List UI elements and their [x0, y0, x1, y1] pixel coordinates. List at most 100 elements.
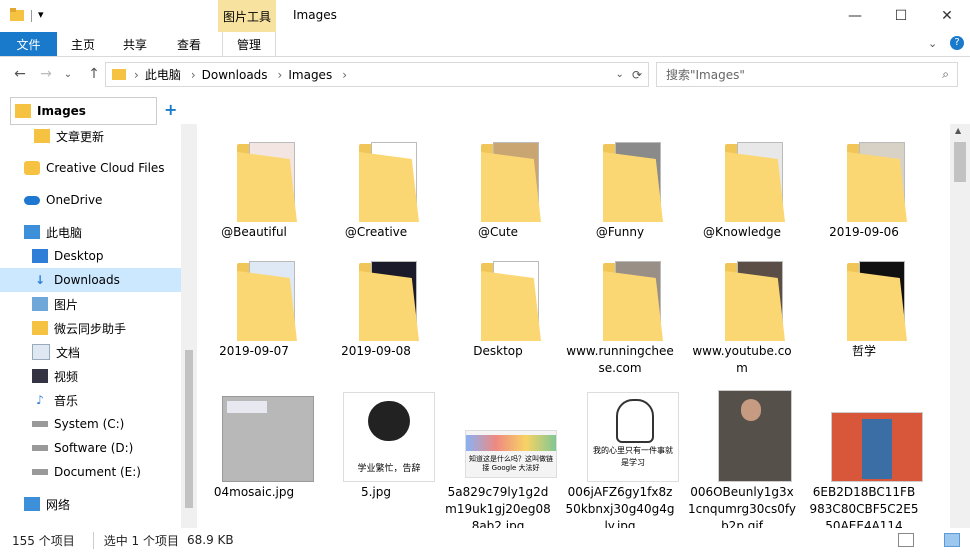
file-name: 6EB2D18BC11FB983C80CBF5C2E550AEE4A114	[809, 485, 919, 528]
folder-icon	[34, 129, 50, 143]
qat-dropdown-icon[interactable]: ▾	[38, 8, 52, 22]
file-name: www.youtube.com	[692, 344, 792, 375]
address-dropdown-icon[interactable]: ⌄	[616, 69, 624, 80]
file-item[interactable]: 04mosaic.jpg	[199, 390, 314, 528]
image-thumbnail	[222, 396, 314, 482]
file-item[interactable]: 学业繁忙，告辞 5.jpg	[321, 390, 435, 528]
image-thumbnail: 知道这是什么吗？这叫做链接 Google 大法好	[465, 430, 557, 478]
file-name: @Creative	[344, 225, 408, 239]
sidebar-item-pictures[interactable]: 图片	[0, 292, 181, 316]
breadcrumb-images[interactable]: Images	[288, 68, 332, 82]
music-icon: ♪	[36, 393, 44, 407]
file-name: @Knowledge	[703, 225, 781, 239]
search-box[interactable]: 搜索"Images" ⌕	[656, 62, 958, 87]
breadcrumb-sep: ›	[342, 67, 348, 82]
tab-share[interactable]: 共享	[112, 32, 158, 56]
breadcrumb-this-pc[interactable]: 此电脑	[145, 66, 181, 83]
file-name: 5a829c79ly1g2dm19uk1gj20eg088ab2.jpg	[445, 485, 551, 528]
sidebar-item-drive-d[interactable]: Software (D:)	[0, 436, 181, 460]
file-item[interactable]: @Cute	[443, 140, 553, 260]
context-tab-picture-tools[interactable]: 图片工具	[218, 0, 276, 32]
large-icons-view-icon[interactable]	[944, 533, 960, 547]
image-thumbnail	[718, 390, 792, 482]
minimize-button[interactable]: —	[832, 0, 878, 32]
add-icon[interactable]: +	[164, 100, 177, 119]
file-item[interactable]: Desktop	[443, 259, 553, 379]
file-item[interactable]: @Creative	[321, 140, 431, 260]
sidebar-item-music[interactable]: ♪ 音乐	[0, 388, 181, 412]
sidebar-item-weiyun[interactable]: 微云同步助手	[0, 316, 181, 340]
maximize-button[interactable]: ☐	[878, 0, 924, 32]
computer-icon	[24, 225, 40, 239]
ribbon-expand-icon[interactable]: ⌄	[928, 37, 937, 50]
tab-manage[interactable]: 管理	[222, 32, 276, 56]
folder-icon	[359, 140, 423, 222]
sidebar-item-drive-c[interactable]: System (C:)	[0, 412, 181, 436]
folder-icon	[237, 259, 301, 341]
sidebar-scroll-thumb[interactable]	[185, 350, 193, 508]
sidebar-item-documents[interactable]: 文档	[0, 340, 181, 364]
file-item[interactable]: 2019-09-08	[321, 259, 431, 379]
folder-icon	[359, 259, 423, 341]
file-item[interactable]: www.youtube.com	[687, 259, 797, 379]
search-icon[interactable]: ⌕	[942, 67, 949, 82]
file-item[interactable]: 哲学	[809, 259, 919, 379]
file-item[interactable]: www.runningcheese.com	[565, 259, 675, 379]
file-name: 04mosaic.jpg	[213, 485, 295, 499]
file-item[interactable]: 2019-09-07	[199, 259, 309, 379]
details-view-icon[interactable]	[898, 533, 914, 547]
file-item[interactable]: 006OBeunly1g3x1cnqumrg30cs0fyb2p.gif	[687, 390, 797, 528]
file-name: 哲学	[851, 344, 876, 358]
up-icon[interactable]: ↑	[84, 64, 104, 84]
back-icon[interactable]: ←	[10, 64, 30, 84]
folder-icon	[725, 259, 789, 341]
sidebar-item-this-pc[interactable]: 此电脑	[0, 220, 181, 244]
sidebar-item-downloads[interactable]: ↓ Downloads	[0, 268, 181, 292]
close-button[interactable]: ✕	[924, 0, 970, 32]
folder-icon	[112, 69, 126, 80]
image-thumbnail: 我的心里只有一件事就是学习	[587, 392, 679, 482]
file-name: www.runningcheese.com	[566, 344, 674, 375]
file-name: @Beautiful	[221, 225, 287, 239]
refresh-icon[interactable]: ⟳	[632, 68, 642, 82]
folder-icon	[481, 140, 545, 222]
sidebar-scrollbar[interactable]	[181, 124, 197, 528]
sidebar-item-creative-cloud[interactable]: Creative Cloud Files	[0, 156, 181, 180]
sidebar-item-network[interactable]: 网络	[0, 492, 181, 516]
search-input[interactable]: 搜索"Images"	[666, 66, 745, 83]
file-name: 006jAFZ6gy1fx8z50kbnxj30g40g4gly.jpg	[565, 485, 675, 528]
file-item[interactable]: @Funny	[565, 140, 675, 260]
tab-file[interactable]: 文件	[0, 32, 57, 56]
sidebar-item-drive-e[interactable]: Document (E:)	[0, 460, 181, 484]
sidebar-item-onedrive[interactable]: OneDrive	[0, 188, 181, 212]
file-item[interactable]: @Knowledge	[687, 140, 797, 260]
address-bar[interactable]: › 此电脑 › Downloads › Images › ⌄ ⟳	[105, 62, 649, 87]
content-scrollbar[interactable]: ▲	[950, 124, 970, 528]
file-item[interactable]: 2019-09-06	[809, 140, 919, 260]
help-icon[interactable]: ?	[950, 36, 964, 50]
file-item[interactable]: 6EB2D18BC11FB983C80CBF5C2E550AEE4A114	[809, 390, 923, 528]
sidebar-item-article[interactable]: 文章更新	[0, 124, 181, 148]
file-item[interactable]: @Beautiful	[199, 140, 309, 260]
file-name: @Cute	[477, 225, 519, 239]
folder-icon	[847, 259, 911, 341]
file-view: @Beautiful @Creative @Cute @Funny @Knowl…	[197, 94, 950, 528]
sidebar-item-videos[interactable]: 视频	[0, 364, 181, 388]
drive-icon	[32, 445, 48, 451]
sidebar-header[interactable]: Images	[10, 97, 157, 125]
sidebar-item-desktop[interactable]: Desktop	[0, 244, 181, 268]
recent-dropdown-icon[interactable]: ⌄	[58, 64, 78, 84]
breadcrumb-sep: ›	[190, 67, 196, 82]
file-item[interactable]: 我的心里只有一件事就是学习 006jAFZ6gy1fx8z50kbnxj30g4…	[565, 390, 679, 528]
forward-icon[interactable]: →	[36, 64, 56, 84]
selected-count: 选中 1 个项目	[92, 531, 179, 549]
breadcrumb-downloads[interactable]: Downloads	[202, 68, 268, 82]
folder-icon	[237, 140, 301, 222]
item-count: 155 个项目	[12, 533, 75, 548]
tab-view[interactable]: 查看	[166, 32, 212, 56]
tab-home[interactable]: 主页	[60, 32, 106, 56]
folder-icon	[32, 321, 48, 335]
scroll-up-icon[interactable]: ▲	[955, 126, 961, 135]
file-item[interactable]: 知道这是什么吗？这叫做链接 Google 大法好 5a829c79ly1g2dm…	[443, 390, 557, 528]
content-scroll-thumb[interactable]	[954, 142, 966, 182]
